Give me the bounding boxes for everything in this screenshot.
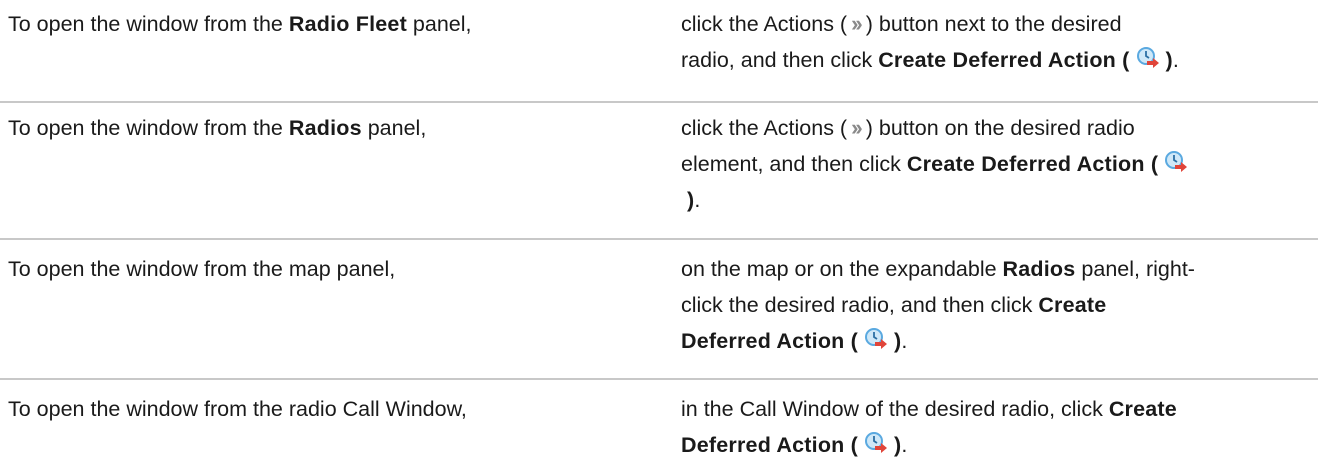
row-instruction: click the Actions (››) button on the des… [681, 110, 1311, 240]
command-name: Create Deferred Action ( [906, 152, 1159, 176]
command-name: Create [1038, 293, 1107, 317]
create-deferred-action-icon [1164, 150, 1188, 174]
row-label: To open the window from the radio Call W… [0, 391, 591, 466]
panel-name: Radio Fleet [288, 12, 407, 36]
row-instruction: in the Call Window of the desired radio,… [681, 391, 1311, 466]
panel-name: Radios [1002, 257, 1076, 281]
table-row: To open the window from the Radio Fleet … [0, 0, 1318, 103]
instruction-text: . [901, 433, 908, 457]
double-chevron-right-icon: ›› [851, 11, 863, 36]
instruction-text: radio, and then click [681, 48, 879, 72]
row-label: To open the window from the map panel, [0, 251, 591, 380]
instruction-text: on the map or on the expandable [681, 257, 1003, 281]
row-instruction: click the Actions (››) button next to th… [681, 6, 1311, 103]
instruction-text: element, and then click [681, 152, 907, 176]
label-text: panel, [361, 116, 427, 140]
instruction-text: panel, right- [1075, 257, 1195, 281]
row-label: To open the window from the Radios panel… [0, 110, 591, 240]
panel-name: Radios [288, 116, 362, 140]
label-text: To open the window from the map panel, [8, 257, 396, 281]
row-label: To open the window from the Radio Fleet … [0, 6, 591, 103]
create-deferred-action-icon [864, 431, 888, 455]
command-name: Deferred Action ( [681, 329, 859, 353]
table-row: To open the window from the map panel, o… [0, 240, 1318, 380]
label-text: panel, [406, 12, 472, 36]
command-name: Create [1108, 397, 1177, 421]
instruction-text: click the desired radio, and then click [681, 293, 1039, 317]
instruction-text: in the Call Window of the desired radio,… [681, 397, 1109, 421]
label-text: To open the window from the radio Call W… [8, 397, 467, 421]
instruction-text: . [1172, 48, 1179, 72]
instructions-table: To open the window from the Radio Fleet … [0, 0, 1318, 466]
row-instruction: on the map or on the expandable Radios p… [681, 251, 1311, 380]
table-row: To open the window from the Radios panel… [0, 103, 1318, 240]
create-deferred-action-icon [1136, 46, 1160, 70]
instruction-text: click the Actions ( [681, 12, 848, 36]
label-text: To open the window from the [8, 12, 289, 36]
table-row: To open the window from the radio Call W… [0, 380, 1318, 466]
command-name: Create Deferred Action ( [878, 48, 1130, 72]
command-name: ) [1165, 48, 1173, 72]
command-name: Deferred Action ( [681, 433, 859, 457]
instruction-text: click the Actions ( [681, 116, 848, 140]
double-chevron-right-icon: ›› [851, 115, 863, 140]
instruction-text: . [901, 329, 908, 353]
create-deferred-action-icon [864, 327, 888, 351]
instruction-text: . [694, 188, 701, 212]
label-text: To open the window from the [8, 116, 289, 140]
instruction-text: ) button next to the desired [865, 12, 1122, 36]
instruction-text: ) button on the desired radio [865, 116, 1135, 140]
